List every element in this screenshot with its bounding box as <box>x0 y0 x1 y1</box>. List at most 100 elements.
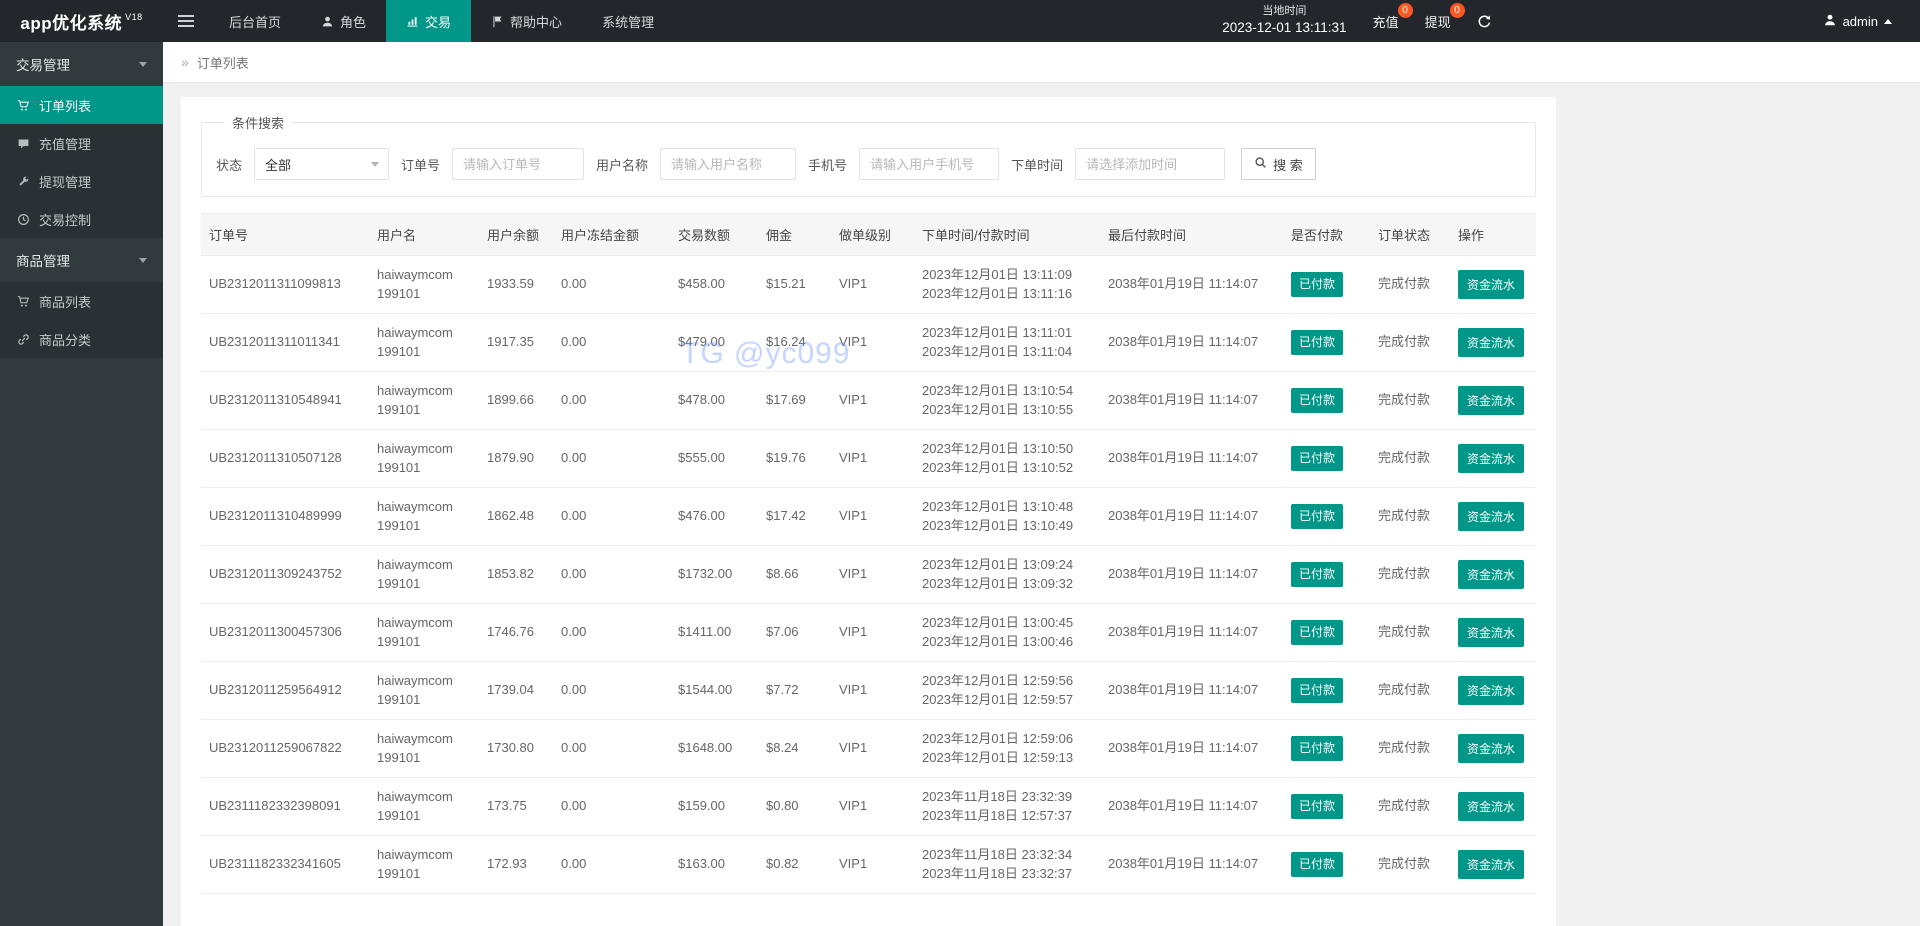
cell-order-no: UB2312011310507128 <box>201 429 369 488</box>
admin-name: admin <box>1842 13 1878 29</box>
withdraw-link[interactable]: 提现 0 <box>1425 2 1465 31</box>
fund-flow-button[interactable]: 资金流水 <box>1458 444 1525 473</box>
nav-item-trade[interactable]: 交易 <box>386 0 472 42</box>
order-time: 2023年12月01日 13:11:09 <box>922 267 1073 283</box>
table-row: UB2312011311011341 haiwaymcom 199101 191… <box>201 313 1536 372</box>
cell-balance: 1879.90 <box>479 429 553 488</box>
cell-amount: $476.00 <box>670 487 758 546</box>
username-line2: 199101 <box>377 401 421 417</box>
cell-order-no: UB2312011311099813 <box>201 255 369 314</box>
cell-action: 资金流水 <box>1450 661 1536 720</box>
nav-items: 后台首页 角色 交易 帮助中心 系统管理 <box>209 0 674 42</box>
cell-amount: $1544.00 <box>670 661 758 720</box>
cell-order-no: UB2312011310548941 <box>201 371 369 430</box>
fund-flow-button[interactable]: 资金流水 <box>1458 270 1525 299</box>
fund-flow-button[interactable]: 资金流水 <box>1458 328 1525 357</box>
status-select[interactable]: 全部 <box>254 148 390 180</box>
withdraw-badge: 0 <box>1449 2 1465 18</box>
sidebar-item-withdraw-manage[interactable]: 提现管理 <box>0 162 163 200</box>
username-line1: haiwaymcom <box>377 789 453 805</box>
cell-last-pay: 2038年01月19日 11:14:07 <box>1100 545 1283 604</box>
fund-flow-button[interactable]: 资金流水 <box>1458 502 1525 531</box>
username-line2: 199101 <box>377 807 421 823</box>
cell-frozen: 0.00 <box>553 429 670 488</box>
order-no-input[interactable] <box>452 148 585 180</box>
sidebar-item-trade-manage[interactable]: 交易管理 <box>0 42 163 86</box>
cell-commission: $16.24 <box>758 313 831 372</box>
search-button[interactable]: 搜 索 <box>1241 148 1316 180</box>
cart-icon <box>17 99 30 112</box>
nav-item-home[interactable]: 后台首页 <box>209 0 301 42</box>
fund-flow-button[interactable]: 资金流水 <box>1458 850 1525 879</box>
nav-item-roles[interactable]: 角色 <box>301 0 386 42</box>
phone-input[interactable] <box>859 148 1000 180</box>
phone-label: 手机号 <box>808 157 848 173</box>
cell-balance: 1730.80 <box>479 719 553 778</box>
cell-username: haiwaymcom 199101 <box>369 487 479 546</box>
username-line1: haiwaymcom <box>377 847 453 863</box>
username-line2: 199101 <box>377 459 421 475</box>
sidebar-item-goods-manage[interactable]: 商品管理 <box>0 238 163 282</box>
cell-order-no: UB2312011310489999 <box>201 487 369 546</box>
cell-action: 资金流水 <box>1450 835 1536 894</box>
admin-menu[interactable]: admin <box>1823 13 1892 30</box>
recharge-link[interactable]: 充值 0 <box>1372 2 1413 31</box>
fund-flow-button[interactable]: 资金流水 <box>1458 734 1525 763</box>
username-line2: 199101 <box>377 343 421 359</box>
menu-toggle-icon[interactable] <box>163 0 209 42</box>
cell-last-pay: 2038年01月19日 11:14:07 <box>1100 777 1283 836</box>
fund-flow-button[interactable]: 资金流水 <box>1458 386 1525 415</box>
nav-item-help[interactable]: 帮助中心 <box>471 0 582 42</box>
cell-status: 完成付款 <box>1370 603 1450 662</box>
username-line1: haiwaymcom <box>377 267 453 283</box>
chevron-down-icon <box>139 61 147 67</box>
cell-commission: $0.82 <box>758 835 831 894</box>
fund-flow-button[interactable]: 资金流水 <box>1458 618 1525 647</box>
cell-level: VIP1 <box>831 255 914 314</box>
paid-badge: 已付款 <box>1291 678 1344 703</box>
nav-item-system[interactable]: 系统管理 <box>582 0 674 42</box>
username-line1: haiwaymcom <box>377 383 453 399</box>
order-time: 2023年12月01日 12:59:06 <box>922 731 1074 747</box>
user-name-input[interactable] <box>660 148 797 180</box>
cell-amount: $1732.00 <box>670 545 758 604</box>
refresh-icon[interactable] <box>1477 14 1492 29</box>
order-time-input[interactable] <box>1075 148 1226 180</box>
column-header: 是否付款 <box>1283 213 1370 256</box>
recharge-badge: 0 <box>1397 2 1413 18</box>
fund-flow-button[interactable]: 资金流水 <box>1458 560 1525 589</box>
recharge-label: 充值 <box>1372 14 1399 30</box>
cell-frozen: 0.00 <box>553 835 670 894</box>
app-logo: app优化系统 V18 <box>0 0 163 42</box>
cell-status: 完成付款 <box>1370 371 1450 430</box>
cell-order-no: UB2312011311011341 <box>201 313 369 372</box>
comment-icon <box>17 137 30 150</box>
cell-frozen: 0.00 <box>553 371 670 430</box>
sidebar-item-order-list[interactable]: 订单列表 <box>0 86 163 124</box>
sidebar-item-label: 订单列表 <box>39 98 92 114</box>
username-line1: haiwaymcom <box>377 325 453 341</box>
sidebar-item-recharge-manage[interactable]: 充值管理 <box>0 124 163 162</box>
nav-item-label: 系统管理 <box>602 14 655 30</box>
wrench-icon <box>17 175 30 188</box>
sidebar-item-goods-list[interactable]: 商品列表 <box>0 282 163 320</box>
cell-status: 完成付款 <box>1370 313 1450 372</box>
paid-badge: 已付款 <box>1291 736 1344 761</box>
username-line1: haiwaymcom <box>377 441 453 457</box>
sidebar-item-goods-category[interactable]: 商品分类 <box>0 320 163 358</box>
cell-paid: 已付款 <box>1283 661 1370 720</box>
cell-status: 完成付款 <box>1370 835 1450 894</box>
cell-last-pay: 2038年01月19日 11:14:07 <box>1100 603 1283 662</box>
cell-username: haiwaymcom 199101 <box>369 371 479 430</box>
fund-flow-button[interactable]: 资金流水 <box>1458 792 1525 821</box>
cell-order-no: UB2311182332398091 <box>201 777 369 836</box>
cell-balance: 172.93 <box>479 835 553 894</box>
sidebar-item-trade-control[interactable]: 交易控制 <box>0 200 163 238</box>
cell-level: VIP1 <box>831 835 914 894</box>
fund-flow-button[interactable]: 资金流水 <box>1458 676 1525 705</box>
cell-times: 2023年12月01日 13:10:54 2023年12月01日 13:10:5… <box>914 371 1100 430</box>
paid-badge: 已付款 <box>1291 272 1344 297</box>
local-time-label: 当地时间 <box>1262 5 1307 18</box>
search-form: 状态 全部 订单号 用户名称 手机号 下单时间 <box>216 148 1521 180</box>
cell-balance: 1853.82 <box>479 545 553 604</box>
